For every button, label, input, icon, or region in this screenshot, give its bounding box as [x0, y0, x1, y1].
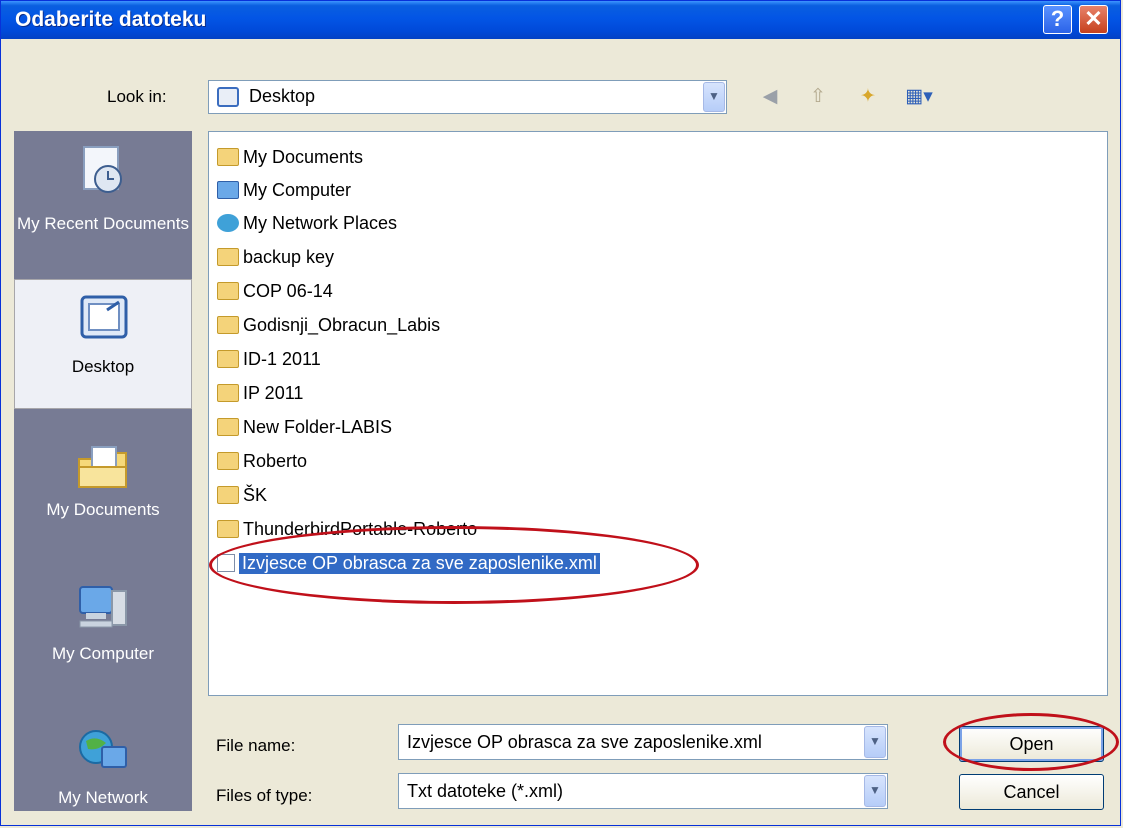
look-in-value: Desktop [249, 86, 316, 106]
xml-file-icon [217, 554, 235, 572]
item-name: Godisnji_Obracun_Labis [243, 314, 441, 335]
file-name-label: File name: [216, 736, 296, 755]
list-item-folder[interactable]: New Folder-LABIS [217, 412, 392, 442]
window-title: Odaberite datoteku [15, 8, 207, 31]
list-item-folder[interactable]: IP 2011 [217, 378, 303, 408]
folder-icon [217, 350, 239, 368]
folder-icon [217, 520, 239, 538]
item-name: Izvjesce OP obrasca za sve zaposlenike.x… [239, 552, 600, 574]
place-label: Desktop [71, 357, 135, 376]
folder-icon [217, 384, 239, 402]
folder-icon [217, 282, 239, 300]
place-label: My Computer [51, 644, 155, 663]
place-my-documents[interactable]: My Documents [14, 429, 192, 559]
chevron-down-icon: ▼ [869, 734, 881, 748]
my-computer-icon [79, 586, 127, 628]
cancel-button[interactable]: Cancel [959, 774, 1104, 810]
place-label: My Network [58, 788, 148, 807]
file-type-label: Files of type: [216, 786, 313, 805]
item-name: ŠK [243, 484, 268, 505]
up-folder-button[interactable]: ⇧ [806, 85, 830, 109]
title-bar[interactable]: Odaberite datoteku ? ✕ [1, 1, 1120, 39]
open-button[interactable]: Open [959, 726, 1104, 762]
help-button[interactable]: ? [1043, 5, 1072, 34]
back-button[interactable]: ◀ [758, 85, 782, 109]
file-name-dropdown-button[interactable]: ▼ [864, 726, 886, 758]
look-in-label: Look in: [107, 87, 167, 106]
folder-icon [217, 452, 239, 470]
list-item-folder[interactable]: ThunderbirdPortable-Roberto [217, 514, 477, 544]
item-name: New Folder-LABIS [243, 416, 393, 437]
folder-icon [217, 248, 239, 266]
list-item-my-computer[interactable]: My Computer [217, 175, 351, 205]
file-open-dialog: Odaberite datoteku ? ✕ Look in: Desktop … [0, 0, 1121, 826]
place-recent-documents[interactable]: My Recent Documents [14, 131, 192, 261]
item-name: COP 06-14 [243, 280, 333, 301]
desktop-icon [217, 87, 239, 107]
view-menu-button[interactable]: ▦▾ [903, 85, 935, 109]
my-computer-icon [217, 181, 239, 199]
file-name-input[interactable]: Izvjesce OP obrasca za sve zaposlenike.x… [398, 724, 888, 760]
place-label: My Recent Documents [17, 214, 189, 233]
list-item-my-documents[interactable]: My Documents [217, 142, 363, 172]
item-name: IP 2011 [243, 382, 304, 403]
item-name: My Computer [243, 179, 352, 200]
recent-documents-icon [83, 146, 122, 193]
look-in-combo[interactable]: Desktop ▼ [208, 80, 727, 114]
up-folder-icon: ⇧ [810, 86, 826, 107]
list-item-folder[interactable]: ŠK [217, 480, 267, 510]
item-name: My Network Places [243, 212, 398, 233]
list-item-selected-file[interactable]: Izvjesce OP obrasca za sve zaposlenike.x… [217, 548, 600, 578]
list-item-folder[interactable]: Godisnji_Obracun_Labis [217, 310, 440, 340]
place-desktop[interactable]: Desktop [14, 279, 192, 409]
item-name: Roberto [243, 450, 308, 471]
look-in-dropdown-button[interactable]: ▼ [703, 82, 725, 112]
new-folder-icon: ✦ [860, 86, 876, 107]
list-item-folder[interactable]: COP 06-14 [217, 276, 333, 306]
help-icon: ? [1050, 6, 1065, 31]
file-type-dropdown-button[interactable]: ▼ [864, 775, 886, 807]
folder-icon [217, 316, 239, 334]
new-folder-button[interactable]: ✦ [856, 85, 880, 109]
item-name: ThunderbirdPortable-Roberto [243, 518, 478, 539]
network-places-icon [217, 214, 239, 232]
close-button[interactable]: ✕ [1079, 5, 1108, 34]
list-item-folder[interactable]: ID-1 2011 [217, 344, 321, 374]
close-icon: ✕ [1084, 6, 1103, 31]
list-item-folder[interactable]: Roberto [217, 446, 307, 476]
file-name-value: Izvjesce OP obrasca za sve zaposlenike.x… [407, 732, 762, 752]
item-name: ID-1 2011 [243, 348, 321, 369]
place-label: My Documents [46, 500, 160, 519]
view-menu-icon: ▦▾ [905, 86, 933, 107]
folder-icon [217, 486, 239, 504]
folder-icon [217, 418, 239, 436]
chevron-down-icon: ▼ [708, 89, 720, 103]
place-my-computer[interactable]: My Computer [14, 569, 192, 699]
desktop-icon [80, 295, 128, 339]
file-type-value: Txt datoteke (*.xml) [407, 781, 564, 801]
place-my-network[interactable]: My Network [14, 713, 192, 811]
my-documents-icon [217, 148, 239, 166]
list-item-network-places[interactable]: My Network Places [217, 208, 397, 238]
back-icon: ◀ [762, 86, 778, 107]
item-name: backup key [243, 246, 335, 267]
file-list[interactable]: My Documents My Computer My Network Plac… [208, 131, 1108, 696]
my-documents-icon [78, 446, 127, 488]
chevron-down-icon: ▼ [869, 783, 881, 797]
item-name: My Documents [243, 146, 364, 167]
network-icon [79, 730, 127, 768]
places-bar: My Recent Documents Desktop My Documents [14, 131, 192, 811]
file-type-select[interactable]: Txt datoteke (*.xml) ▼ [398, 773, 888, 809]
list-item-folder[interactable]: backup key [217, 242, 334, 272]
